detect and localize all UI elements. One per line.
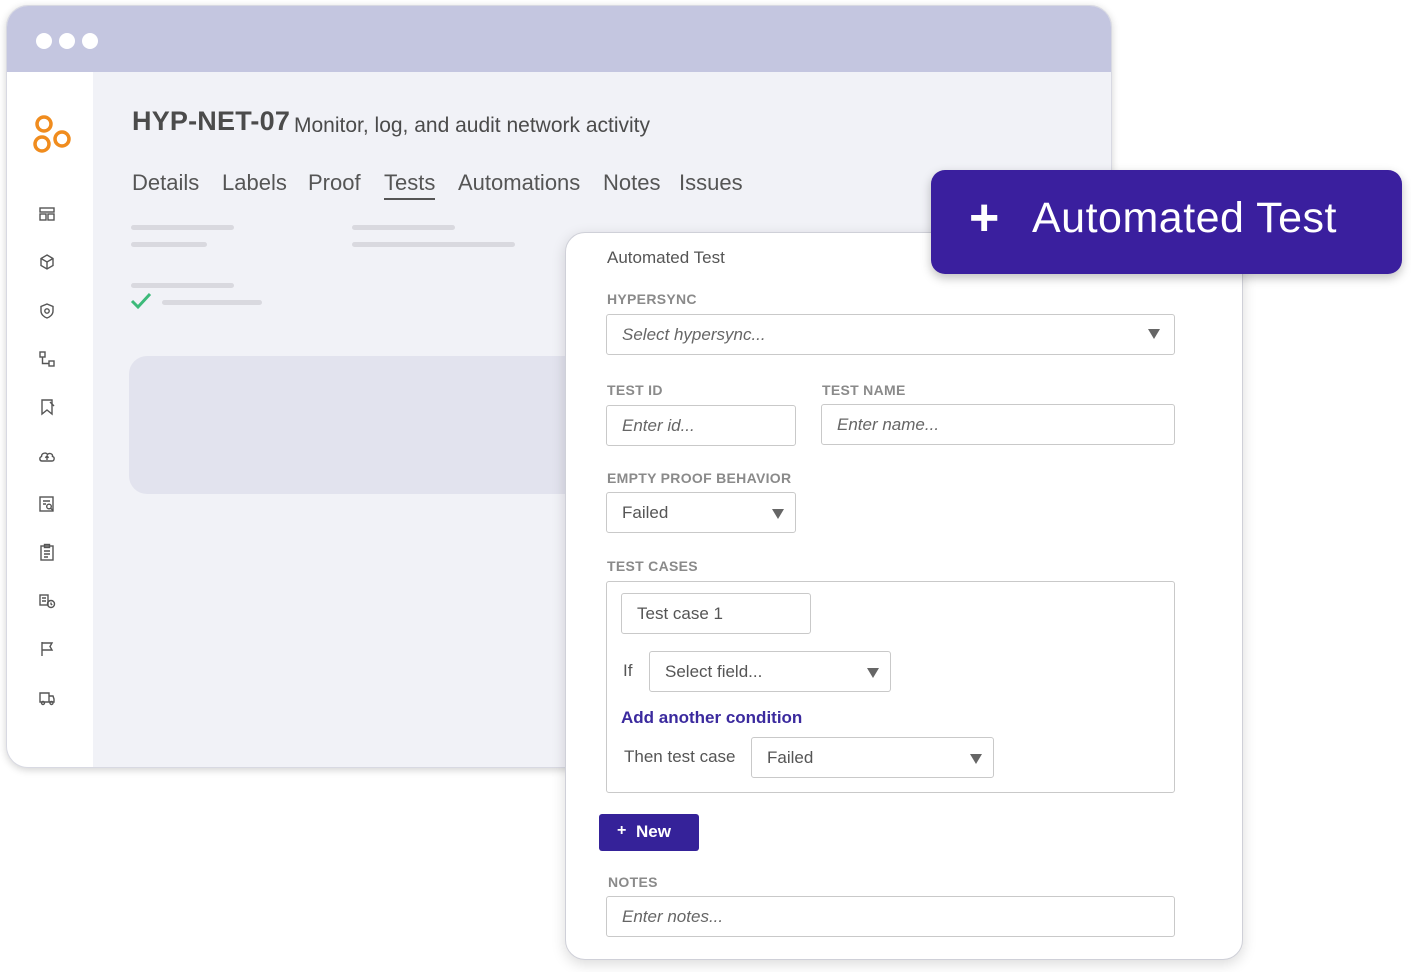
page-title: Monitor, log, and audit network activity: [294, 114, 651, 137]
add-condition-link[interactable]: Add another condition: [621, 708, 802, 728]
chevron-down-icon: [1148, 329, 1160, 339]
empty-proof-label: EMPTY PROOF BEHAVIOR: [607, 470, 792, 486]
flag-icon[interactable]: [37, 639, 57, 659]
sidebar: [7, 72, 93, 767]
field-select[interactable]: Select field...: [649, 651, 891, 692]
field-select-value: Select field...: [665, 662, 763, 681]
hypersync-label: HYPERSYNC: [607, 291, 697, 307]
callout-label: Automated Test: [1032, 194, 1337, 242]
empty-proof-select[interactable]: Failed: [606, 492, 796, 533]
chevron-down-icon: [970, 754, 982, 764]
window-dot: [59, 33, 75, 49]
test-case-name-input[interactable]: Test case 1: [621, 593, 811, 634]
vendor-icon[interactable]: [37, 591, 57, 611]
skeleton-line: [131, 283, 234, 288]
shield-icon[interactable]: [37, 301, 57, 321]
report-search-icon[interactable]: [37, 494, 57, 514]
app-logo[interactable]: [33, 114, 73, 156]
test-name-input[interactable]: Enter name...: [821, 404, 1175, 445]
automated-test-callout[interactable]: + Automated Test: [931, 170, 1402, 274]
then-label: Then test case: [624, 747, 736, 766]
skeleton-line: [352, 242, 515, 247]
new-button-label: New: [636, 822, 671, 841]
notes-label: NOTES: [608, 874, 658, 890]
tab-proof[interactable]: Proof: [308, 170, 361, 196]
window-titlebar: [7, 6, 1111, 72]
if-label: If: [623, 661, 633, 680]
test-id-label: TEST ID: [607, 382, 663, 398]
notes-input[interactable]: Enter notes...: [606, 896, 1175, 937]
tab-automations[interactable]: Automations: [458, 170, 580, 196]
skeleton-line: [131, 225, 234, 230]
workflow-icon[interactable]: [37, 349, 57, 369]
hypersync-select-value: Select hypersync...: [622, 325, 766, 344]
check-icon: [130, 292, 152, 310]
automated-test-panel: Automated Test HYPERSYNC Select hypersyn…: [565, 232, 1243, 960]
skeleton-line: [131, 242, 207, 247]
window-dot: [36, 33, 52, 49]
plus-icon: +: [969, 189, 1000, 247]
test-id-input[interactable]: Enter id...: [606, 405, 796, 446]
cube-icon[interactable]: [37, 252, 57, 272]
new-test-case-button[interactable]: + New: [599, 814, 699, 851]
tab-tests[interactable]: Tests: [384, 170, 436, 200]
bookmark-icon[interactable]: [37, 397, 57, 417]
empty-proof-value: Failed: [622, 503, 669, 522]
test-cases-label: TEST CASES: [607, 558, 698, 574]
test-name-label: TEST NAME: [822, 382, 906, 398]
then-select-value: Failed: [767, 748, 814, 767]
cloud-upload-icon[interactable]: [37, 446, 57, 466]
tab-labels[interactable]: Labels: [222, 170, 287, 196]
dashboard-icon[interactable]: [37, 204, 57, 224]
tab-notes[interactable]: Notes: [603, 170, 660, 196]
chevron-down-icon: [772, 509, 784, 519]
truck-icon[interactable]: [37, 688, 57, 708]
skeleton-line: [162, 300, 262, 305]
clipboard-list-icon[interactable]: [37, 542, 57, 562]
tab-details[interactable]: Details: [132, 170, 199, 196]
page-code: HYP-NET-07: [132, 106, 291, 136]
hypersync-select[interactable]: Select hypersync...: [606, 314, 1175, 355]
skeleton-line: [352, 225, 455, 230]
chevron-down-icon: [867, 668, 879, 678]
tab-issues[interactable]: Issues: [679, 170, 743, 196]
window-dot: [82, 33, 98, 49]
panel-title: Automated Test: [607, 248, 725, 267]
then-select[interactable]: Failed: [751, 737, 994, 778]
plus-icon: +: [617, 822, 627, 839]
